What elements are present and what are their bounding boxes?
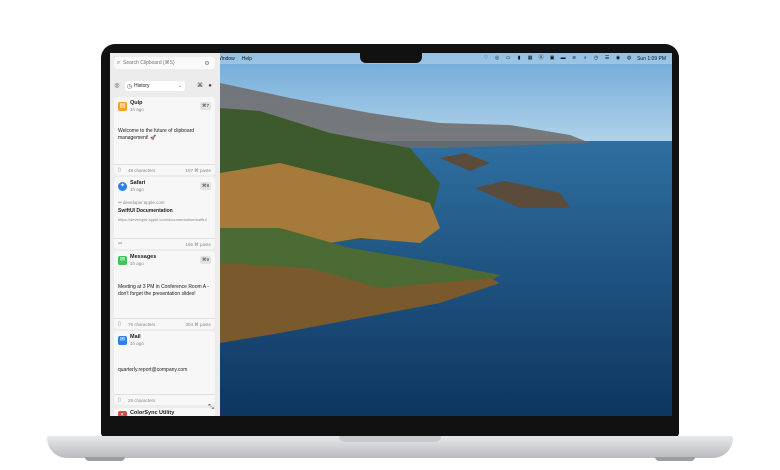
clipboard-status-icon[interactable]: ♡ <box>483 56 489 61</box>
circle-status-icon[interactable]: ◎ <box>494 56 500 61</box>
card-header: ✉ Messages 1h ago ⌘9 <box>114 251 215 271</box>
card-char-count: 28 characters <box>128 398 156 403</box>
search-status-icon[interactable]: ⌕ <box>582 56 588 61</box>
airplay-status-icon[interactable]: ▣ <box>549 56 555 61</box>
chevron-down-icon: ⌄ <box>178 83 183 89</box>
more-icon[interactable]: ● <box>205 81 215 91</box>
history-filter-select[interactable]: ◷ History ⌄ <box>125 81 185 91</box>
link-url: https://developer.apple.com/documentatio… <box>118 217 207 222</box>
target-icon[interactable]: ◎ <box>112 81 122 91</box>
search-bar[interactable]: ⌕ ⚙ <box>114 57 215 69</box>
window-status-icon[interactable]: ▭ <box>505 56 511 61</box>
expand-icon[interactable]: ⤡ <box>206 403 216 413</box>
link-title: SwiftUI Documentation <box>118 208 173 214</box>
safari-app-icon: ✦ <box>118 182 127 191</box>
clipboard-panel: ⌕ ⚙ ◎ ◷ History ⌄ ⌘ ● ▤ Quip 1h ago ⌘7 W… <box>110 53 220 416</box>
messages-app-icon: ✉ <box>118 256 127 265</box>
card-paste-count: 165 ⌘ paste <box>185 242 211 247</box>
card-shortcut: ⌘8 <box>200 182 211 190</box>
card-app-name: Quip <box>130 100 143 106</box>
card-header: ▤ Quip 1h ago ⌘7 <box>114 97 215 117</box>
menu-clock[interactable]: Sun 1:09 PM <box>637 56 666 62</box>
mail-app-icon: ✉ <box>118 336 127 345</box>
card-app-name: ColorSync Utility <box>130 410 175 416</box>
clip-card-safari[interactable]: ✦ Safari 1h ago ⌘8 ⚯ developer.apple.com… <box>114 177 215 249</box>
card-app-name: Messages <box>130 254 157 260</box>
search-input[interactable] <box>123 60 203 66</box>
history-filter-label: History <box>134 83 150 89</box>
clip-card-mail[interactable]: ✉ Mail 1h ago quarterly.report@company.c… <box>114 331 215 405</box>
clock-icon: ◷ <box>126 83 133 90</box>
left-foot <box>85 457 125 461</box>
clip-card-colorsync[interactable]: ◐ ColorSync Utility <box>114 408 215 416</box>
clip-card-messages[interactable]: ✉ Messages 1h ago ⌘9 Meeting at 3 PM in … <box>114 251 215 329</box>
card-time: 1h ago <box>130 341 144 346</box>
card-header: ✉ Mail 1h ago <box>114 331 215 351</box>
card-time: 1h ago <box>130 107 144 112</box>
document-icon: ▯ <box>118 167 121 173</box>
card-footer: ▯ 48 characters 187 ⌘ paste <box>114 164 215 175</box>
card-footer: ⚯ 165 ⌘ paste <box>114 238 215 249</box>
card-app-name: Mail <box>130 334 141 340</box>
card-app-name: Safari <box>130 180 146 186</box>
clip-card-quip[interactable]: ▤ Quip 1h ago ⌘7 Welcome to the future o… <box>114 97 215 175</box>
card-char-count: 76 characters <box>128 322 156 327</box>
card-footer: ▯ 28 characters <box>114 394 215 405</box>
card-shortcut: ⌘9 <box>200 256 211 264</box>
card-content: Welcome to the future of clipboard manag… <box>118 128 195 141</box>
time-machine-icon[interactable]: ◷ <box>593 56 599 61</box>
base-opening-notch <box>339 436 441 442</box>
grid-status-icon[interactable]: ▦ <box>527 56 533 61</box>
wifi-icon[interactable]: ≋ <box>571 56 577 61</box>
menu-help[interactable]: Help <box>242 56 252 62</box>
card-paste-count: 304 ⌘ paste <box>185 322 211 327</box>
link-domain: ⚯ developer.apple.com <box>118 200 165 205</box>
screen: Window Help ♡ ◎ ▭ ▮ ▦ Ⓐ ▣ ▬ ≋ ⌕ ◷ ☰ ◉ ◍ … <box>110 53 672 416</box>
panel-toolbar: ◎ ◷ History ⌄ ⌘ ● <box>112 80 218 92</box>
card-content: quarterly.report@company.com <box>118 367 188 373</box>
bookmark-status-icon[interactable]: ▮ <box>516 56 522 61</box>
document-icon: ▯ <box>118 397 121 403</box>
settings-icon[interactable]: ⚙ <box>203 60 211 67</box>
search-icon: ⌕ <box>116 59 121 66</box>
siri-icon[interactable]: ◉ <box>615 56 621 61</box>
card-footer: ▯ 76 characters 304 ⌘ paste <box>114 318 215 329</box>
control-center-icon[interactable]: ☰ <box>604 56 610 61</box>
card-char-count: 48 characters <box>128 168 156 173</box>
document-icon: ▯ <box>118 321 121 327</box>
card-time: 1h ago <box>130 261 144 266</box>
battery-icon[interactable]: ▬ <box>560 56 566 61</box>
right-foot <box>655 457 695 461</box>
text-status-icon[interactable]: Ⓐ <box>538 56 544 61</box>
colorsync-app-icon: ◐ <box>118 411 127 416</box>
card-shortcut: ⌘7 <box>200 102 211 110</box>
card-content: Meeting at 3 PM in Conference Room A - d… <box>118 284 209 297</box>
command-icon[interactable]: ⌘ <box>195 81 205 91</box>
quip-app-icon: ▤ <box>118 102 127 111</box>
profile-icon[interactable]: ◍ <box>626 56 632 61</box>
link-icon: ⚯ <box>118 241 123 247</box>
card-header: ✦ Safari 1h ago ⌘8 <box>114 177 215 197</box>
card-time: 1h ago <box>130 187 144 192</box>
card-paste-count: 187 ⌘ paste <box>185 168 211 173</box>
camera-notch <box>360 53 422 63</box>
